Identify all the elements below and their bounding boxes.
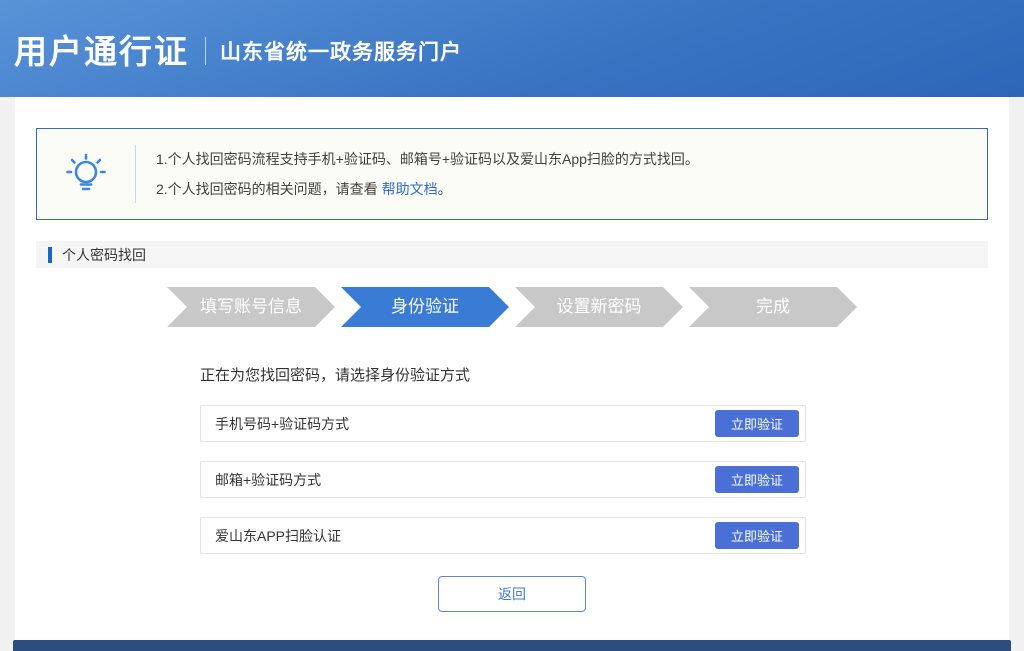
notice-box: 1.个人找回密码流程支持手机+验证码、邮箱号+验证码以及爱山东App扫脸的方式找… bbox=[36, 128, 988, 220]
prompt-text: 正在为您找回密码，请选择身份验证方式 bbox=[200, 364, 1009, 385]
back-button[interactable]: 返回 bbox=[438, 576, 586, 612]
option-row-phone: 手机号码+验证码方式 立即验证 bbox=[200, 405, 806, 442]
verify-now-button-phone[interactable]: 立即验证 bbox=[715, 410, 799, 437]
back-button-wrap: 返回 bbox=[15, 576, 1009, 612]
progress-steps: 填写账号信息 身份验证 设置新密码 完成 bbox=[15, 287, 1009, 327]
verification-options: 手机号码+验证码方式 立即验证 邮箱+验证码方式 立即验证 爱山东APP扫脸认证… bbox=[200, 405, 806, 554]
portal-title: 用户通行证 bbox=[14, 25, 189, 73]
footer-bar bbox=[13, 640, 1011, 651]
step-complete: 完成 bbox=[689, 287, 857, 327]
option-row-app-face: 爱山东APP扫脸认证 立即验证 bbox=[200, 517, 806, 554]
portal-subtitle: 山东省统一政务服务门户 bbox=[220, 36, 462, 66]
option-label-app-face: 爱山东APP扫脸认证 bbox=[215, 526, 341, 546]
header: 用户通行证 山东省统一政务服务门户 bbox=[0, 0, 1024, 97]
header-separator bbox=[205, 37, 206, 65]
section-title: 个人密码找回 bbox=[62, 245, 146, 265]
help-doc-link[interactable]: 帮助文档 bbox=[382, 181, 438, 197]
content-card: 1.个人找回密码流程支持手机+验证码、邮箱号+验证码以及爱山东App扫脸的方式找… bbox=[15, 97, 1009, 651]
step-fill-account-info: 填写账号信息 bbox=[167, 287, 335, 327]
notice-text: 1.个人找回密码流程支持手机+验证码、邮箱号+验证码以及爱山东App扫脸的方式找… bbox=[136, 129, 699, 219]
page-body: 1.个人找回密码流程支持手机+验证码、邮箱号+验证码以及爱山东App扫脸的方式找… bbox=[0, 97, 1024, 651]
option-label-email: 邮箱+验证码方式 bbox=[215, 470, 321, 490]
notice-line-2-suffix: 。 bbox=[438, 181, 452, 197]
verify-now-button-app-face[interactable]: 立即验证 bbox=[715, 522, 799, 549]
section-header: 个人密码找回 bbox=[36, 241, 988, 268]
notice-line-1: 1.个人找回密码流程支持手机+验证码、邮箱号+验证码以及爱山东App扫脸的方式找… bbox=[156, 144, 699, 174]
lightbulb-icon bbox=[37, 129, 135, 219]
notice-line-2: 2.个人找回密码的相关问题，请查看 帮助文档。 bbox=[156, 174, 699, 204]
notice-line-2-prefix: 2.个人找回密码的相关问题，请查看 bbox=[156, 181, 382, 197]
section-accent-bar bbox=[48, 247, 52, 263]
step-identity-verification: 身份验证 bbox=[341, 287, 509, 327]
option-label-phone: 手机号码+验证码方式 bbox=[215, 414, 349, 434]
option-row-email: 邮箱+验证码方式 立即验证 bbox=[200, 461, 806, 498]
step-set-new-password: 设置新密码 bbox=[515, 287, 683, 327]
verify-now-button-email[interactable]: 立即验证 bbox=[715, 466, 799, 493]
